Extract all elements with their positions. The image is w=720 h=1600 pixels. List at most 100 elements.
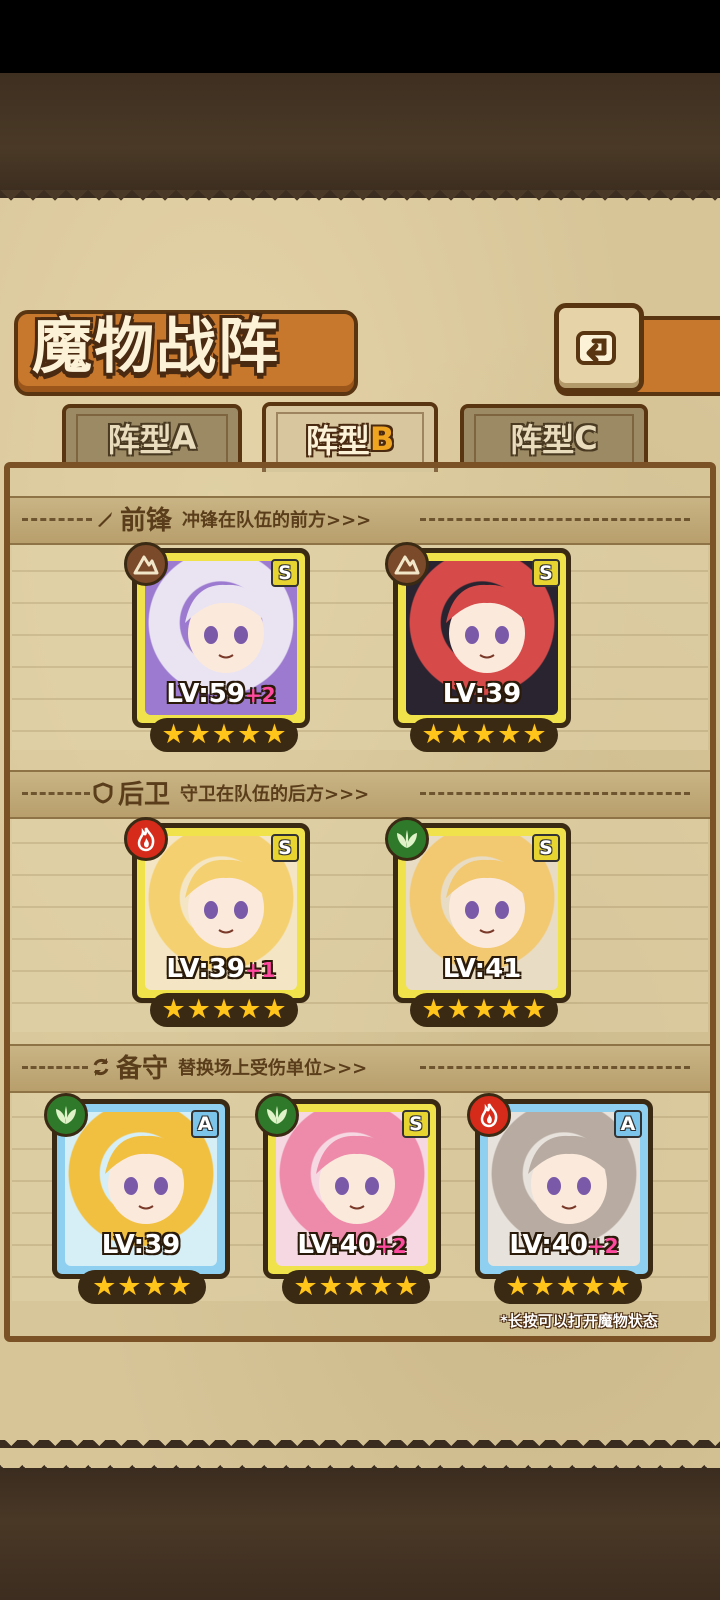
star-icon: ★ xyxy=(293,1271,318,1302)
star-icon: ★ xyxy=(186,994,211,1025)
earth-element-icon xyxy=(385,542,429,586)
star-icon: ★ xyxy=(142,1271,167,1302)
swap-icon xyxy=(90,1056,112,1078)
level-label: LV:39 xyxy=(398,679,566,709)
rank-badge: A xyxy=(191,1110,219,1138)
band-dash xyxy=(22,792,90,795)
star-rating: ★ ★ ★ ★ ★ xyxy=(150,993,298,1027)
fire-element-icon xyxy=(467,1093,511,1137)
section-reserve: 备守 替换场上受伤单位>>> xyxy=(90,1044,367,1089)
shield-icon xyxy=(92,781,114,804)
section-vanguard: 前锋 冲锋在队伍的前方>>> xyxy=(94,496,371,541)
star-icon: ★ xyxy=(211,719,237,750)
level-bonus: +2 xyxy=(244,683,276,707)
rank-badge: S xyxy=(532,559,560,587)
section-desc: 守卫在队伍的后方>>> xyxy=(180,783,370,805)
star-rating: ★ ★ ★ ★ ★ xyxy=(410,718,558,752)
star-icon: ★ xyxy=(161,719,186,750)
star-icon: ★ xyxy=(167,1271,192,1302)
torn-edge-top xyxy=(0,190,720,212)
level-value: LV:39 xyxy=(101,1230,181,1260)
star-icon: ★ xyxy=(186,719,211,750)
level-value: LV:41 xyxy=(442,954,522,984)
page-title: 魔物战阵 xyxy=(32,312,280,382)
rank-badge: S xyxy=(532,834,560,862)
star-icon: ★ xyxy=(369,1271,394,1302)
torn-edge-bottom xyxy=(0,1440,720,1470)
band-dash xyxy=(22,1066,88,1069)
level-bonus: +2 xyxy=(375,1234,407,1258)
star-icon: ★ xyxy=(505,1271,530,1302)
tab-formation-a[interactable]: 阵型 A xyxy=(62,404,242,468)
sword-icon xyxy=(94,508,116,530)
vanguard-row xyxy=(12,540,708,750)
level-value: LV:39 xyxy=(442,679,522,709)
level-value: LV:39 xyxy=(166,954,245,984)
nature-element-icon xyxy=(255,1093,299,1137)
nature-element-icon xyxy=(44,1093,88,1137)
level-label: LV:41 xyxy=(398,954,566,984)
level-bonus: +1 xyxy=(244,958,276,982)
level-label: LV:39+1 xyxy=(137,954,305,984)
rank-badge: S xyxy=(271,834,299,862)
star-icon: ★ xyxy=(421,994,446,1025)
star-icon: ★ xyxy=(555,1271,581,1302)
level-label: LV:39 xyxy=(57,1230,225,1260)
tab-formation-c[interactable]: 阵型 C xyxy=(460,404,648,468)
level-value: LV:40 xyxy=(297,1230,376,1260)
section-desc: 替换场上受伤单位>>> xyxy=(178,1057,368,1079)
section-name: 后卫 xyxy=(118,780,171,810)
band-dash xyxy=(22,518,92,521)
star-icon: ★ xyxy=(471,994,497,1025)
star-rating: ★ ★ ★ ★ xyxy=(78,1270,206,1304)
star-rating: ★ ★ ★ ★ ★ xyxy=(282,1270,430,1304)
star-icon: ★ xyxy=(606,1271,631,1302)
star-icon: ★ xyxy=(237,994,262,1025)
star-icon: ★ xyxy=(237,719,262,750)
star-icon: ★ xyxy=(211,994,237,1025)
star-icon: ★ xyxy=(117,1271,142,1302)
level-label: LV:40+2 xyxy=(480,1230,648,1260)
level-label: LV:59+2 xyxy=(137,679,305,709)
level-bonus: +2 xyxy=(587,1234,619,1258)
star-icon: ★ xyxy=(318,1271,343,1302)
star-icon: ★ xyxy=(522,994,547,1025)
rearguard-row xyxy=(12,812,708,1032)
section-name: 备守 xyxy=(116,1054,169,1084)
earth-element-icon xyxy=(124,542,168,586)
star-rating: ★ ★ ★ ★ ★ xyxy=(150,718,298,752)
rank-badge: S xyxy=(402,1110,430,1138)
star-icon: ★ xyxy=(421,719,446,750)
long-press-hint: *长按可以打开魔物状态 xyxy=(500,1312,658,1330)
fire-element-icon xyxy=(124,817,168,861)
star-rating: ★ ★ ★ ★ ★ xyxy=(494,1270,642,1304)
star-icon: ★ xyxy=(92,1271,117,1302)
star-icon: ★ xyxy=(471,719,497,750)
star-icon: ★ xyxy=(161,994,186,1025)
star-icon: ★ xyxy=(446,994,471,1025)
star-icon: ★ xyxy=(581,1271,606,1302)
star-icon: ★ xyxy=(262,719,287,750)
star-icon: ★ xyxy=(497,994,522,1025)
section-rearguard: 后卫 守卫在队伍的后方>>> xyxy=(92,770,369,815)
back-button[interactable] xyxy=(554,303,644,393)
star-icon: ★ xyxy=(262,994,287,1025)
star-icon: ★ xyxy=(530,1271,555,1302)
rank-badge: S xyxy=(271,559,299,587)
band-dash xyxy=(420,518,690,521)
level-label: LV:40+2 xyxy=(268,1230,436,1260)
rank-badge: A xyxy=(614,1110,642,1138)
star-rating: ★ ★ ★ ★ ★ xyxy=(410,993,558,1027)
section-desc: 冲锋在队伍的前方>>> xyxy=(182,509,372,531)
section-name: 前锋 xyxy=(120,506,173,536)
back-arrow-icon xyxy=(576,331,616,365)
bottom-backdrop xyxy=(0,1468,720,1600)
top-backdrop xyxy=(0,73,720,198)
level-value: LV:40 xyxy=(509,1230,588,1260)
star-icon: ★ xyxy=(343,1271,369,1302)
star-icon: ★ xyxy=(497,719,522,750)
star-icon: ★ xyxy=(394,1271,419,1302)
nature-element-icon xyxy=(385,817,429,861)
star-icon: ★ xyxy=(446,719,471,750)
band-dash xyxy=(420,792,690,795)
